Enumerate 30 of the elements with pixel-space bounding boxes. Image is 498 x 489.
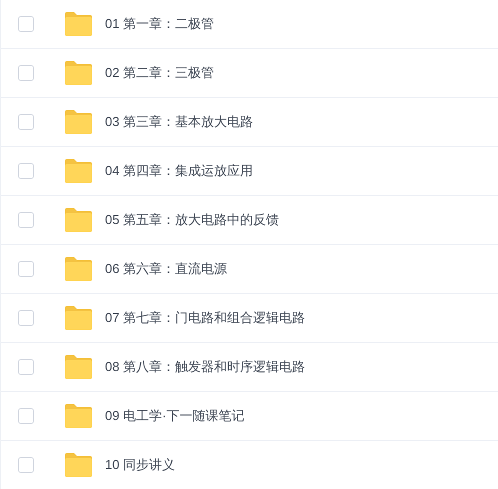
folder-name[interactable]: 01 第一章：二极管 (105, 14, 214, 34)
checkbox[interactable] (18, 261, 34, 277)
folder-icon (64, 306, 93, 330)
checkbox[interactable] (18, 310, 34, 326)
checkbox[interactable] (18, 16, 34, 32)
checkbox[interactable] (18, 163, 34, 179)
folder-name[interactable]: 09 电工学·下一随课笔记 (105, 406, 244, 426)
folder-name[interactable]: 10 同步讲义 (105, 455, 176, 475)
folder-icon (64, 355, 93, 379)
folder-icon (64, 61, 93, 85)
folder-name[interactable]: 04 第四章：集成运放应用 (105, 161, 254, 181)
folder-name[interactable]: 02 第二章：三极管 (105, 63, 214, 83)
folder-name[interactable]: 07 第七章：门电路和组合逻辑电路 (105, 308, 306, 328)
folder-icon (64, 159, 93, 183)
checkbox[interactable] (18, 114, 34, 130)
checkbox[interactable] (18, 359, 34, 375)
checkbox[interactable] (18, 212, 34, 228)
folder-icon (64, 110, 93, 134)
folder-name[interactable]: 06 第六章：直流电源 (105, 259, 228, 279)
checkbox[interactable] (18, 65, 34, 81)
folder-icon (64, 12, 93, 36)
folder-icon (64, 208, 93, 232)
folder-icon (64, 404, 93, 428)
folder-name[interactable]: 08 第八章：触发器和时序逻辑电路 (105, 357, 306, 377)
checkbox[interactable] (18, 457, 34, 473)
checkbox[interactable] (18, 408, 34, 424)
folder-icon (64, 257, 93, 281)
folder-name[interactable]: 03 第三章：基本放大电路 (105, 112, 254, 132)
folder-name[interactable]: 05 第五章：放大电路中的反馈 (105, 210, 280, 230)
folder-icon (64, 453, 93, 477)
